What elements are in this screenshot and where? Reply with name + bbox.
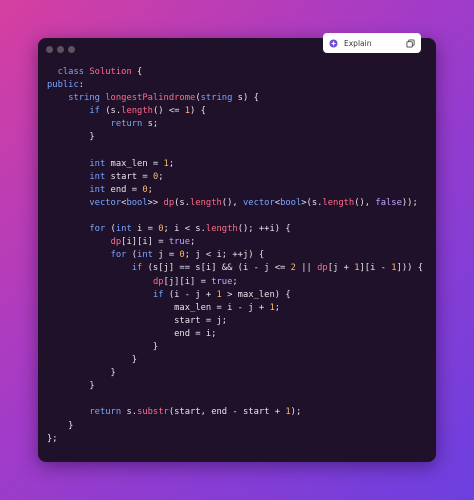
- code-line: dp[j][i] = true;: [152, 276, 238, 287]
- code-line: return s.substr(start, end - start + 1);: [89, 407, 302, 418]
- window-dot: [57, 46, 64, 53]
- sparkle-icon: [329, 38, 338, 48]
- code-block: class Solution { public: string longestPa…: [47, 66, 423, 446]
- code-line: int end = 0;: [89, 184, 153, 195]
- code-line: max_len = i - j + 1;: [47, 302, 281, 313]
- window-controls: [46, 46, 75, 53]
- code-line: }: [47, 368, 116, 379]
- code-line: for (int j = 0; j < i; ++j) {: [110, 250, 265, 261]
- code-line: vector<bool>> dp(s.length(), vector<bool…: [89, 197, 418, 208]
- code-line: if (s.length() <= 1) {: [89, 106, 206, 117]
- code-line: if (s[j] == s[i] && (i - j <= 2 || dp[j …: [131, 263, 424, 274]
- code-line: if (i - j + 1 > max_len) {: [152, 289, 291, 300]
- explain-button[interactable]: Explain: [323, 33, 421, 53]
- code-line: end = i;: [47, 328, 217, 339]
- window-dot: [68, 46, 75, 53]
- code-line: start = j;: [47, 315, 228, 326]
- code-line: int start = 0;: [89, 171, 164, 182]
- window-dot: [46, 46, 53, 53]
- code-line: };: [47, 433, 58, 444]
- code-line: }: [47, 132, 95, 143]
- code-line: return s;: [110, 119, 159, 130]
- code-line: }: [47, 420, 74, 431]
- code-line: dp[i][i] = true;: [110, 237, 196, 248]
- copy-icon[interactable]: [406, 38, 415, 48]
- explain-label: Explain: [344, 38, 372, 48]
- code-line: }: [47, 381, 95, 392]
- code-line: for (int i = 0; i < s.length(); ++i) {: [89, 224, 291, 235]
- code-line: string longestPalindrome(string s) {: [68, 93, 259, 104]
- code-line: int max_len = 1;: [89, 158, 175, 169]
- code-line: }: [47, 355, 138, 366]
- code-line: }: [47, 341, 159, 352]
- code-line: public:: [47, 80, 85, 91]
- code-line: class Solution {: [57, 67, 143, 77]
